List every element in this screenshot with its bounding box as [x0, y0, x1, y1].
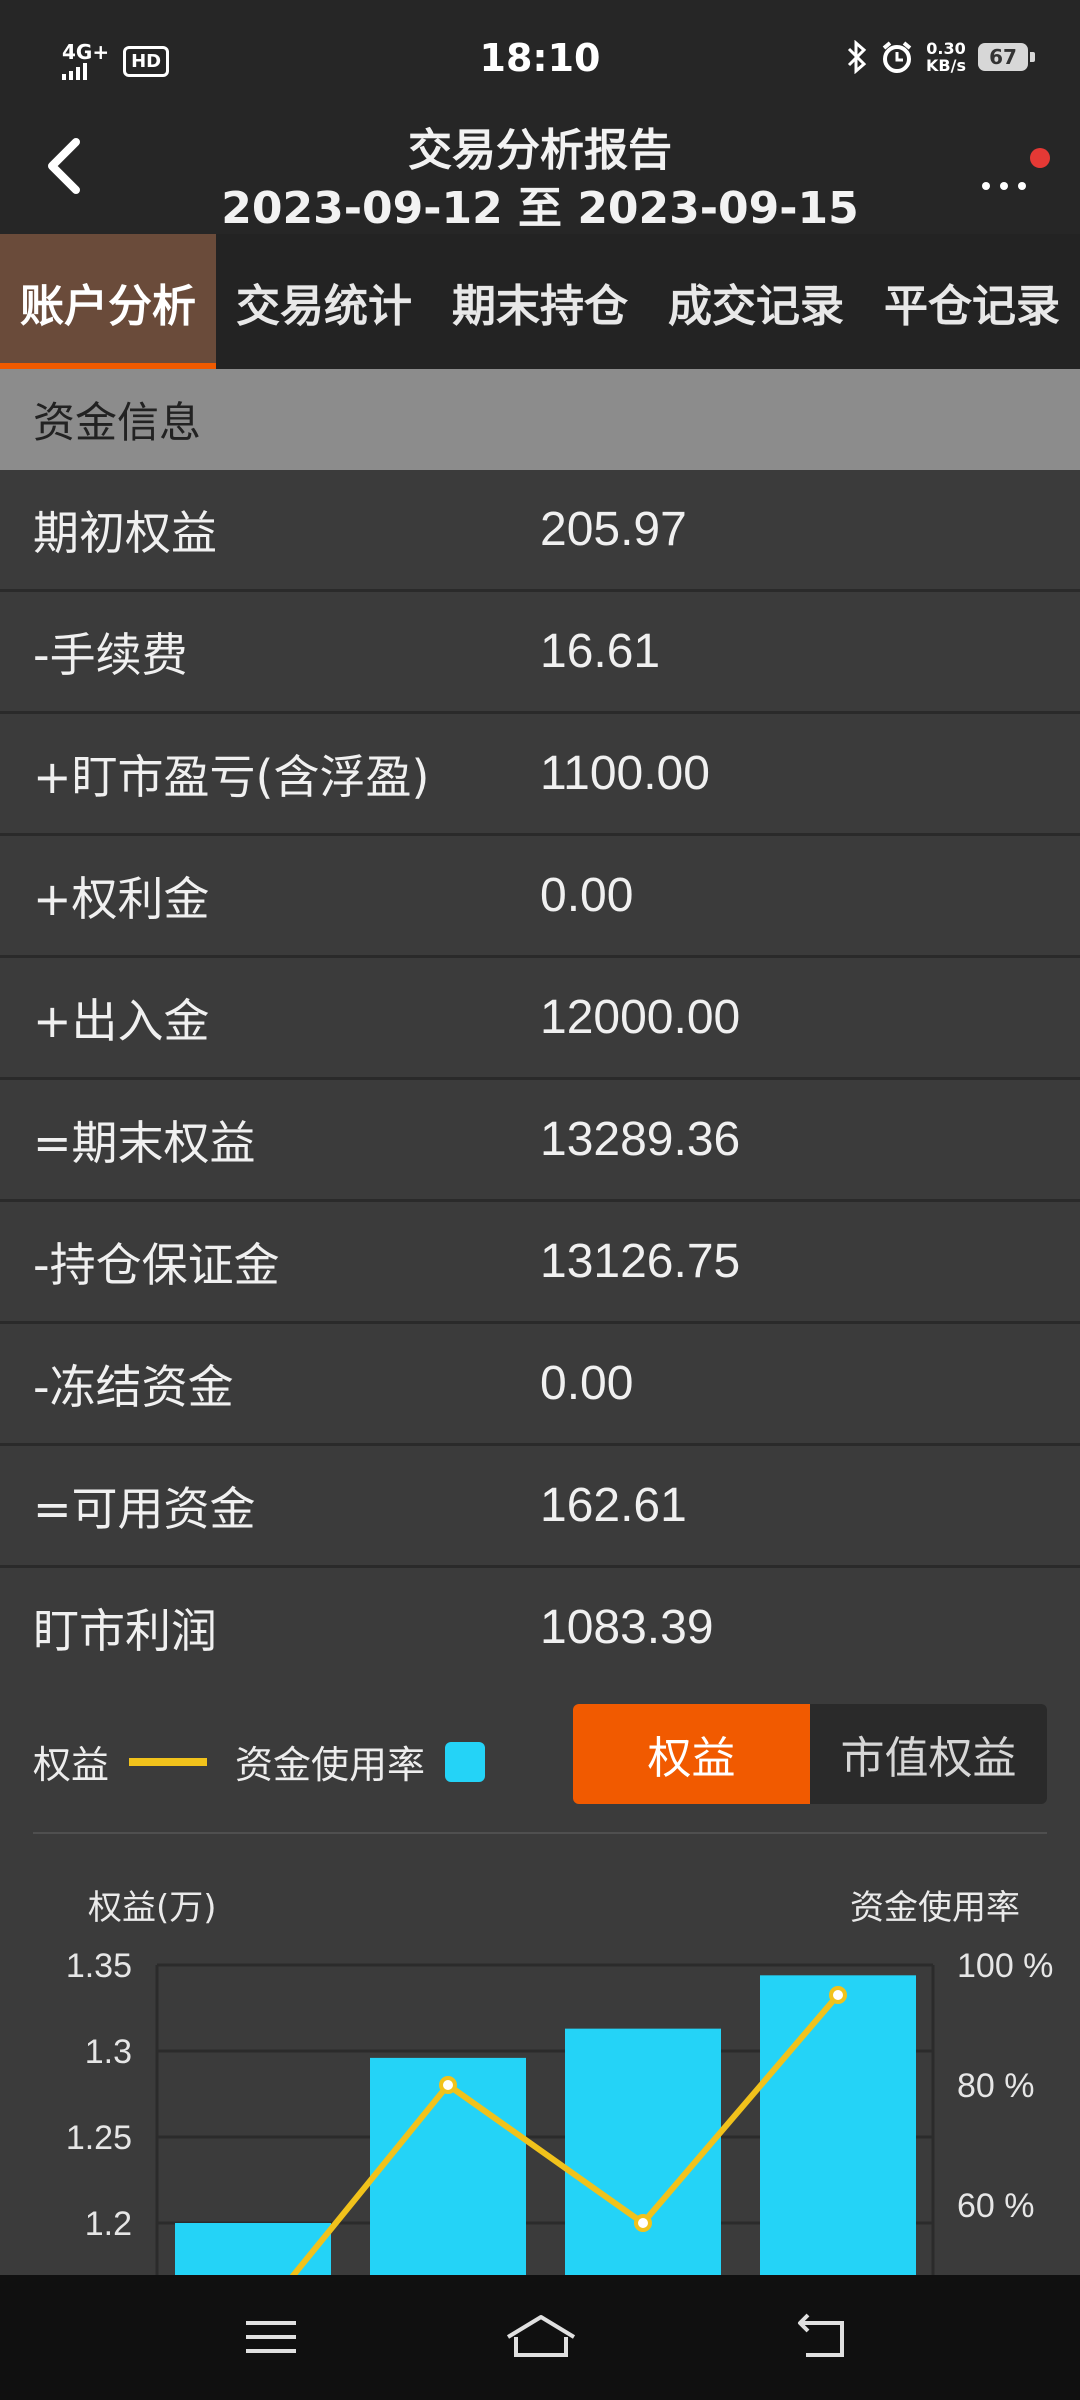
equity-line	[289, 1993, 841, 2275]
y2-tick-label: 100 %	[957, 1947, 1053, 1985]
row-label: +盯市盈亏(含浮盈)	[33, 749, 430, 804]
chart-bar	[565, 2028, 721, 2275]
back-arrow-icon	[798, 2313, 844, 2357]
line-point	[439, 2076, 457, 2094]
y-tick-label: 1.35	[66, 1947, 132, 1985]
speed-unit: KB/s	[926, 56, 966, 75]
tab-account-analysis[interactable]: 账户分析	[0, 234, 216, 369]
menu-icon	[246, 2321, 296, 2353]
network-speed: 0.30 KB/s	[926, 40, 966, 74]
list-item: -冻结资金 0.00	[0, 1324, 1080, 1446]
fund-info-list: 期初权益 205.97 -手续费 16.61 +盯市盈亏(含浮盈) 1100.00 +…	[0, 470, 1080, 1690]
chart-bar	[175, 2223, 331, 2275]
alarm-icon	[882, 41, 912, 73]
row-label: =期末权益	[33, 1115, 256, 1170]
row-label: +出入金	[33, 993, 210, 1048]
status-bar: 4G+ HD 18:10 0.30 KB/s 67	[0, 0, 1080, 122]
bluetooth-icon	[847, 40, 867, 74]
date-range: 2023-09-12 至 2023-09-15	[221, 183, 859, 234]
list-item: +盯市盈亏(含浮盈) 1100.00	[0, 714, 1080, 836]
home-icon	[506, 2315, 576, 2357]
section-header: 资金信息	[0, 369, 1080, 470]
list-item: +出入金 12000.00	[0, 958, 1080, 1080]
tab-trade-stats[interactable]: 交易统计	[216, 234, 432, 369]
row-label: -手续费	[33, 627, 188, 682]
battery-level: 67	[989, 45, 1017, 69]
row-value: 13126.75	[540, 1235, 741, 1288]
row-value: 162.61	[540, 1479, 687, 1532]
y2-tick-label: 80 %	[957, 2067, 1035, 2105]
row-value: 205.97	[540, 503, 687, 556]
home-button[interactable]	[496, 2305, 586, 2369]
tab-close-records[interactable]: 平仓记录	[864, 234, 1080, 369]
notification-dot	[1030, 148, 1050, 168]
row-value: 1100.00	[540, 747, 710, 800]
list-item: 期初权益 205.97	[0, 470, 1080, 592]
list-item: =可用资金 162.61	[0, 1446, 1080, 1568]
system-nav-bar	[0, 2275, 1080, 2400]
y-tick-label: 1.2	[85, 2205, 132, 2243]
app-header: 交易分析报告 2023-09-12 至 2023-09-15	[0, 110, 1080, 234]
menu-button[interactable]	[226, 2305, 316, 2369]
more-icon	[982, 182, 1026, 190]
row-label: -冻结资金	[33, 1359, 234, 1414]
tab-fill-records[interactable]: 成交记录	[648, 234, 864, 369]
row-label: 期初权益	[33, 505, 217, 560]
equity-chart: 1.35 1.3 1.25 1.2 100 % 80 % 60 %	[66, 1947, 1053, 2275]
list-item: =期末权益 13289.36	[0, 1080, 1080, 1202]
line-point	[829, 1986, 847, 2004]
row-value: 0.00	[540, 1357, 634, 1410]
y-tick-label: 1.25	[66, 2119, 132, 2157]
row-label: 盯市利润	[33, 1603, 217, 1658]
y-tick-label: 1.3	[85, 2033, 132, 2071]
row-label: =可用资金	[33, 1481, 256, 1536]
tab-end-positions[interactable]: 期末持仓	[432, 234, 648, 369]
back-nav-button[interactable]	[778, 2305, 868, 2369]
status-right: 0.30 KB/s 67	[846, 40, 1035, 74]
chart-bar	[760, 1975, 916, 2275]
line-point	[634, 2214, 652, 2232]
page-title: 交易分析报告	[408, 125, 672, 176]
more-button[interactable]	[970, 148, 1050, 208]
row-label: -持仓保证金	[33, 1237, 280, 1292]
chart-panel: 权益 资金使用率 权益 市值权益 权益(万) 资金使用率 1.35 1.3 1.25…	[0, 1668, 1080, 2275]
y2-tick-label: 60 %	[957, 2187, 1035, 2225]
list-item: -持仓保证金 13126.75	[0, 1202, 1080, 1324]
row-value: 16.61	[540, 625, 661, 678]
row-value: 13289.36	[540, 1113, 741, 1166]
list-item: +权利金 0.00	[0, 836, 1080, 958]
speed-value: 0.30	[926, 39, 966, 58]
row-value: 1083.39	[540, 1601, 714, 1654]
list-item: -手续费 16.61	[0, 592, 1080, 714]
tab-bar: 账户分析 交易统计 期末持仓 成交记录 平仓记录	[0, 234, 1080, 369]
row-value: 12000.00	[540, 991, 741, 1044]
battery-icon: 67	[978, 43, 1035, 71]
section-title: 资金信息	[33, 398, 202, 447]
row-label: +权利金	[33, 871, 210, 926]
row-value: 0.00	[540, 869, 634, 922]
